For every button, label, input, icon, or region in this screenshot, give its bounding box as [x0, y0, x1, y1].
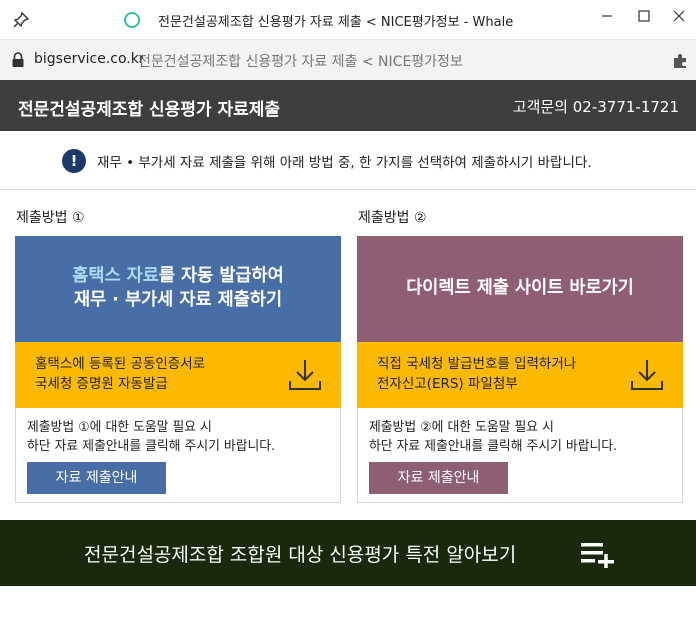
method-2-desc-line-1: 직접 국세청 발급번호를 입력하거나: [377, 356, 577, 372]
method-1-download-area[interactable]: 홈택스에 등록된 공동인증서로 국세청 증명원 자동발급: [15, 342, 341, 408]
extension-icon[interactable]: [671, 52, 689, 70]
hometax-auto-issue-link[interactable]: 홈택스 자료를 자동 발급하여 재무 · 부가세 자료 제출하기: [15, 236, 341, 342]
method-2-label: 제출방법 ②: [358, 210, 427, 226]
url-domain[interactable]: bigservice.co.kr: [34, 51, 145, 67]
benefits-banner[interactable]: 전문건설공제조합 조합원 대상 신용평가 특전 알아보기: [0, 520, 696, 586]
method-1-title-rest: 를 자동 발급하여: [158, 266, 284, 287]
method-1-label: 제출방법 ①: [16, 210, 85, 226]
direct-submit-site-link[interactable]: 다이렉트 제출 사이트 바로가기: [357, 236, 683, 342]
loading-icon: [124, 12, 140, 28]
page-header: 전문건설공제조합 신용평가 자료제출 고객문의 02-3771-1721: [0, 80, 696, 131]
list-plus-icon: [581, 543, 614, 568]
method-2-help-line-2: 하단 자료 제출안내를 클릭해 주시기 바랍니다.: [369, 438, 618, 454]
download-icon[interactable]: [629, 357, 665, 393]
method-1-desc-line-1: 홈택스에 등록된 공동인증서로: [35, 356, 206, 372]
method-2-title: 다이렉트 제출 사이트 바로가기: [406, 278, 634, 299]
banner-text: 전문건설공제조합 조합원 대상 신용평가 특전 알아보기: [84, 544, 517, 566]
method-2-help: 제출방법 ②에 대한 도움말 필요 시 하단 자료 제출안내를 클릭해 주시기 …: [369, 419, 617, 456]
close-button[interactable]: [664, 4, 694, 28]
window-titlebar: 전문건설공제조합 신용평가 자료 제출 < NICE평가정보 - Whale: [0, 0, 696, 40]
method-1-help: 제출방법 ①에 대한 도움말 필요 시 하단 자료 제출안내를 클릭해 주시기 …: [27, 419, 275, 456]
pin-icon[interactable]: [12, 11, 30, 29]
lock-icon[interactable]: [11, 52, 25, 68]
customer-contact: 고객문의 02-3771-1721: [512, 98, 679, 116]
method-2-guide-button[interactable]: 자료 제출안내: [369, 462, 508, 494]
info-icon: !: [62, 149, 86, 173]
minimize-icon: [602, 15, 612, 17]
method-1-desc-line-2: 국세청 증명원 자동발급: [35, 375, 168, 392]
method-1-guide-button[interactable]: 자료 제출안내: [27, 462, 166, 494]
page-title: 전문건설공제조합 신용평가 자료제출: [18, 100, 281, 120]
method-2-description: 직접 국세청 발급번호를 입력하거나 전자신고(ERS) 파일첨부: [377, 355, 576, 394]
method-2-help-line-1: 제출방법 ②에 대한 도움말 필요 시: [369, 420, 554, 435]
method-1-help-line-2: 하단 자료 제출안내를 클릭해 주시기 바랍니다.: [27, 438, 276, 454]
window-title: 전문건설공제조합 신용평가 자료 제출 < NICE평가정보 - Whale: [158, 15, 514, 30]
notice-bar: ! 재무 • 부가세 자료 제출을 위해 아래 방법 중, 한 가지를 선택하여…: [0, 131, 696, 190]
method-1-title-line-2: 재무 · 부가세 자료 제출하기: [73, 290, 283, 310]
method-1-description: 홈택스에 등록된 공동인증서로 국세청 증명원 자동발급: [35, 355, 205, 394]
method-2-card: 다이렉트 제출 사이트 바로가기 직접 국세청 발급번호를 입력하거나 전자신고…: [357, 236, 683, 503]
method-1-title-line-1: 홈택스 자료를 자동 발급하여: [72, 265, 283, 289]
address-bar[interactable]: bigservice.co.kr 전문건설공제조합 신용평가 자료 제출 < N…: [0, 40, 696, 80]
method-2-desc-line-2: 전자신고(ERS) 파일첨부: [377, 375, 518, 392]
download-icon[interactable]: [287, 357, 323, 393]
url-page-title[interactable]: 전문건설공제조합 신용평가 자료 제출 < NICE평가정보: [138, 51, 463, 71]
minimize-button[interactable]: [592, 4, 622, 28]
method-1-help-line-1: 제출방법 ①에 대한 도움말 필요 시: [27, 420, 212, 435]
maximize-icon: [638, 10, 650, 22]
method-1-card: 홈택스 자료를 자동 발급하여 재무 · 부가세 자료 제출하기 홈택스에 등록…: [15, 236, 341, 503]
close-icon: [673, 10, 685, 22]
method-1-title-highlight: 홈택스 자료: [72, 266, 159, 287]
notice-text: 재무 • 부가세 자료 제출을 위해 아래 방법 중, 한 가지를 선택하여 제…: [97, 155, 592, 171]
method-2-download-area[interactable]: 직접 국세청 발급번호를 입력하거나 전자신고(ERS) 파일첨부: [357, 342, 683, 408]
maximize-button[interactable]: [629, 4, 659, 28]
